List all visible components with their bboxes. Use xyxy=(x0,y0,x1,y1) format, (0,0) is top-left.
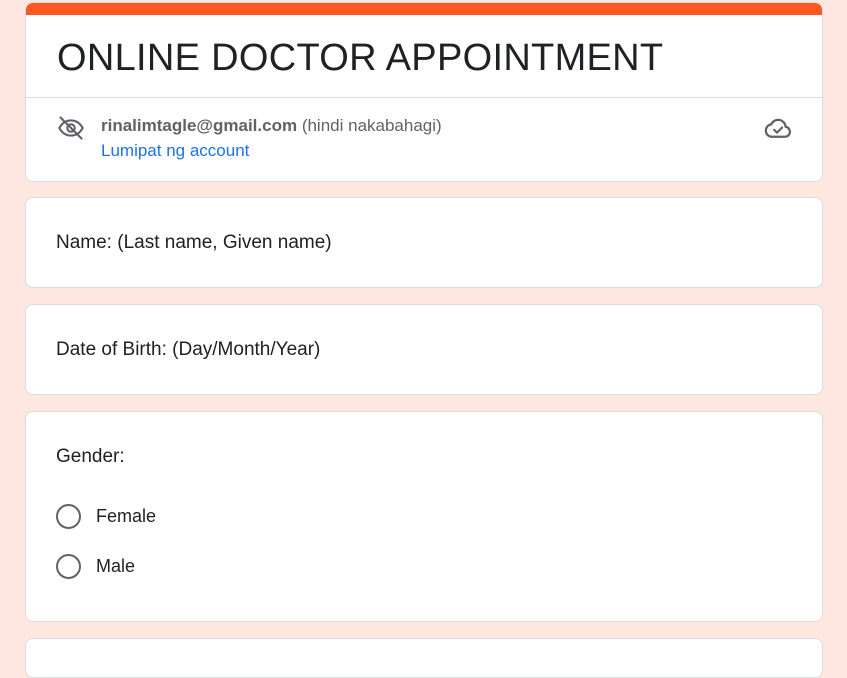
radio-option-female[interactable]: Female xyxy=(56,502,156,530)
question-card-name: Name: (Last name, Given name) xyxy=(25,197,823,288)
radio-button-male[interactable] xyxy=(56,553,81,579)
form-header-card: ONLINE DOCTOR APPOINTMENT rinalimtagle@g… xyxy=(25,2,823,182)
radio-label-female: Female xyxy=(96,506,157,526)
account-info: rinalimtagle@gmail.com (hindi nakabahagi… xyxy=(101,115,442,137)
radio-button-female[interactable] xyxy=(56,503,81,529)
eye-off-icon xyxy=(58,116,84,140)
account-sharing-note: (hindi nakabahagi) xyxy=(301,116,442,135)
question-label-gender: Gender: xyxy=(56,446,125,467)
cloud-check-icon[interactable] xyxy=(763,113,793,143)
radio-option-male[interactable]: Male xyxy=(56,552,135,580)
form-accent-bar xyxy=(26,3,822,15)
question-card-next xyxy=(25,638,823,678)
question-card-dob: Date of Birth: (Day/Month/Year) xyxy=(25,304,823,395)
form-title: ONLINE DOCTOR APPOINTMENT xyxy=(57,37,664,79)
question-card-gender: Gender: Female Male xyxy=(25,411,823,622)
switch-account-link[interactable]: Lumipat ng account xyxy=(101,140,249,162)
radio-label-male: Male xyxy=(96,556,136,576)
question-label-name: Name: (Last name, Given name) xyxy=(56,232,332,253)
question-label-dob: Date of Birth: (Day/Month/Year) xyxy=(56,339,321,360)
account-email: rinalimtagle@gmail.com xyxy=(101,116,298,135)
header-divider xyxy=(26,97,822,98)
